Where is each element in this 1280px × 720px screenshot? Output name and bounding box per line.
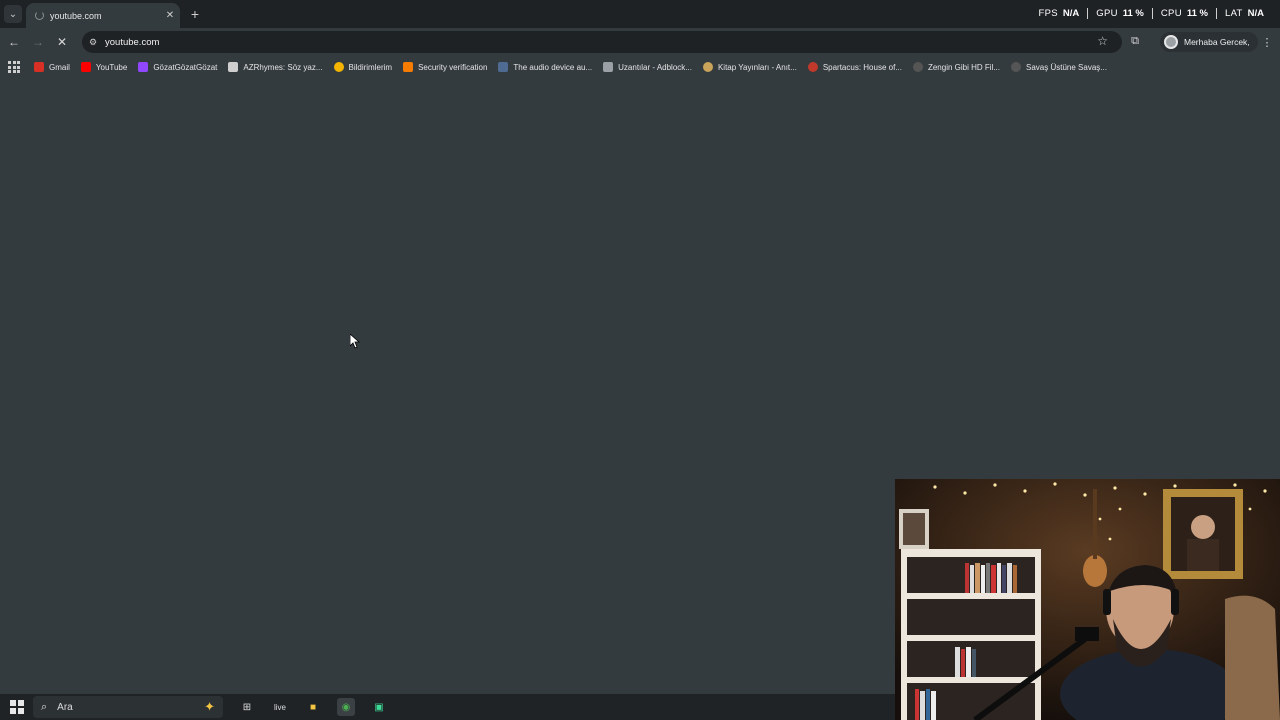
avatar xyxy=(1164,35,1178,49)
site-info-icon[interactable]: ⚙ xyxy=(86,35,100,49)
search-icon: ⌕ xyxy=(41,700,48,713)
more-menu-icon[interactable]: ⋮ xyxy=(1261,34,1273,50)
bookmarks-bar: Gmail YouTube GözatGözatGözat AZRhymes: … xyxy=(0,56,1280,78)
youtube-icon xyxy=(80,62,91,72)
stat-cpu: CPU 11 % xyxy=(1151,8,1216,19)
bookmark-youtube[interactable]: YouTube xyxy=(80,62,128,72)
bookmark-gmail[interactable]: Gmail xyxy=(34,62,70,72)
tab-strip: ⌄ youtube.com ✕ + FPS N/A GPU 11 % CPU 11 %… xyxy=(0,0,1280,28)
browser-toolbar: ← → ✕ ⚙ youtube.com ☆ ⧉ Merhaba Gercek, … xyxy=(0,28,1280,56)
bookmark-label: Bildirimlerim xyxy=(348,62,393,72)
bookmark-label: Spartacus: House of... xyxy=(822,62,902,72)
address-url[interactable]: youtube.com xyxy=(105,37,159,48)
bookmark-savas[interactable]: Savaş Üstüne Savaş... xyxy=(1011,62,1107,72)
bookmark-star-icon[interactable]: ☆ xyxy=(1097,34,1108,48)
stat-gpu: GPU 11 % xyxy=(1087,8,1152,19)
stat-key: GPU xyxy=(1096,8,1118,19)
tab-title: youtube.com xyxy=(50,10,102,21)
audio-icon xyxy=(498,62,509,72)
bookmark-gozat[interactable]: GözatGözatGözat xyxy=(138,62,217,72)
new-tab-button[interactable]: + xyxy=(187,6,203,22)
file-explorer-icon[interactable]: ■ xyxy=(304,698,322,716)
bookmark-audio-device[interactable]: The audio device au... xyxy=(498,62,592,72)
bookmark-bildirimlerim[interactable]: Bildirimlerim xyxy=(333,62,393,72)
stat-key: LAT xyxy=(1225,8,1243,19)
webcam-overlay xyxy=(895,479,1280,720)
tab-search-button[interactable]: ⌄ xyxy=(4,5,22,23)
stat-value: N/A xyxy=(1247,8,1264,19)
stat-value: 11 % xyxy=(1186,8,1208,19)
forward-icon[interactable]: → xyxy=(30,34,46,50)
stat-value: 11 % xyxy=(1122,8,1144,19)
bookmark-label: Gmail xyxy=(49,62,70,72)
apps-grid-icon[interactable] xyxy=(8,61,20,73)
copilot-sparkle-icon: ✦ xyxy=(204,699,215,714)
bookmark-security[interactable]: Security verification xyxy=(403,62,487,72)
azrhymes-icon xyxy=(228,62,239,72)
live-app-icon[interactable]: live xyxy=(271,698,289,716)
puzzle-icon xyxy=(603,62,614,72)
webcam-image xyxy=(895,479,1280,720)
task-view-icon[interactable]: ⊞ xyxy=(238,698,256,716)
profile-name: Merhaba Gercek, xyxy=(1184,37,1250,47)
bookmark-label: Zengin Gibi HD Fil... xyxy=(927,62,1000,72)
media-app-icon[interactable]: ▣ xyxy=(370,698,388,716)
loading-icon xyxy=(35,11,44,20)
taskbar: ⌕ Ara ✦ ⊞ live ■ ◉ ▣ xyxy=(0,694,895,720)
security-icon xyxy=(403,62,414,72)
address-bar[interactable]: ⚙ youtube.com ☆ xyxy=(82,31,1122,53)
stat-key: FPS xyxy=(1038,8,1058,19)
bookmark-azrhymes[interactable]: AZRhymes: Söz yaz... xyxy=(228,62,323,72)
mouse-cursor-icon xyxy=(350,334,360,349)
spartacus-icon xyxy=(807,62,818,72)
stat-key: CPU xyxy=(1160,8,1182,19)
bookmark-label: Kitap Yayınları - Anıt... xyxy=(717,62,797,72)
bookmark-label: AZRhymes: Söz yaz... xyxy=(243,62,323,72)
bookmark-label: GözatGözatGözat xyxy=(153,62,218,72)
bookmark-uzantilar[interactable]: Uzantılar - Adblock... xyxy=(603,62,692,72)
bookmark-label: YouTube xyxy=(95,62,128,72)
perf-overlay: FPS N/A GPU 11 % CPU 11 % LAT N/A xyxy=(1030,8,1272,19)
extensions-icon[interactable]: ⧉ xyxy=(1128,34,1142,48)
chrome-icon[interactable]: ◉ xyxy=(337,698,355,716)
bell-icon xyxy=(333,62,344,72)
bookmark-spartacus[interactable]: Spartacus: House of... xyxy=(807,62,902,72)
stat-value: N/A xyxy=(1062,8,1080,19)
back-icon[interactable]: ← xyxy=(6,34,22,50)
bookmark-label: Savaş Üstüne Savaş... xyxy=(1026,62,1107,72)
windows-start-icon[interactable] xyxy=(10,700,24,714)
bookmark-label: Security verification xyxy=(418,62,488,72)
tab-active[interactable]: youtube.com ✕ xyxy=(26,3,180,28)
film-icon xyxy=(912,62,923,72)
film-icon xyxy=(1011,62,1021,72)
book-icon xyxy=(702,62,713,72)
bookmark-kitap[interactable]: Kitap Yayınları - Anıt... xyxy=(702,62,797,72)
taskbar-search[interactable]: ⌕ Ara ✦ xyxy=(33,696,223,718)
stop-loading-icon[interactable]: ✕ xyxy=(54,34,70,50)
twitch-icon xyxy=(138,62,149,72)
stat-fps: FPS N/A xyxy=(1030,8,1087,19)
stat-lat: LAT N/A xyxy=(1216,8,1272,19)
screen: ⌄ youtube.com ✕ + FPS N/A GPU 11 % CPU 11 %… xyxy=(0,0,1280,720)
tab-close-icon[interactable]: ✕ xyxy=(163,9,177,23)
gmail-icon xyxy=(34,62,44,72)
bookmark-label: Uzantılar - Adblock... xyxy=(618,62,692,72)
bookmark-zengin[interactable]: Zengin Gibi HD Fil... xyxy=(912,62,1000,72)
search-placeholder: Ara xyxy=(57,701,73,713)
bookmark-label: The audio device au... xyxy=(513,62,593,72)
profile-button[interactable]: Merhaba Gercek, xyxy=(1160,32,1258,52)
